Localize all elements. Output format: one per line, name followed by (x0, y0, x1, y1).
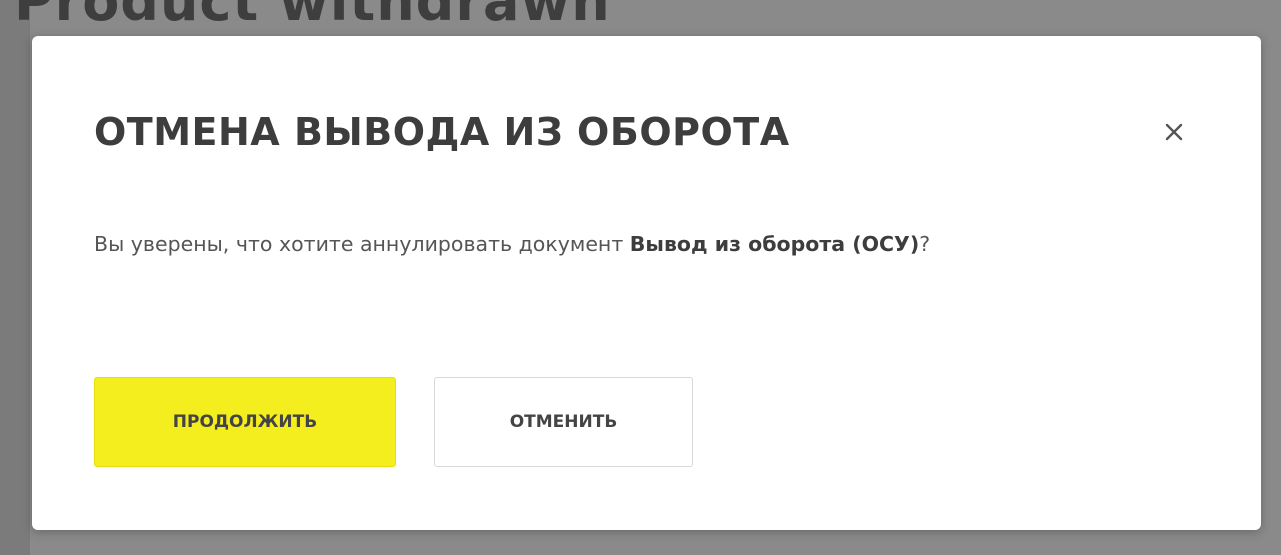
backdrop-side-strip (0, 0, 30, 555)
continue-button-label: ПРОДОЛЖИТЬ (172, 412, 318, 432)
close-icon (1165, 123, 1183, 141)
dialog-title: ОТМЕНА ВЫВОДА ИЗ ОБОРОТА (94, 110, 790, 154)
document-name: Вывод из оборота (ОСУ) (629, 232, 920, 256)
cancel-withdrawal-dialog: ОТМЕНА ВЫВОДА ИЗ ОБОРОТА Вы уверены, что… (32, 36, 1261, 530)
message-prefix: Вы уверены, что хотите аннулировать доку… (94, 232, 630, 256)
dialog-message: Вы уверены, что хотите аннулировать доку… (94, 232, 930, 256)
cancel-button[interactable]: ОТМЕНИТЬ (434, 377, 693, 467)
close-button[interactable] (1154, 112, 1194, 152)
continue-button[interactable]: ПРОДОЛЖИТЬ (94, 377, 396, 467)
message-suffix: ? (919, 232, 931, 256)
background-page-heading: Product withdrawn (14, 0, 611, 33)
cancel-button-label: ОТМЕНИТЬ (509, 412, 618, 432)
